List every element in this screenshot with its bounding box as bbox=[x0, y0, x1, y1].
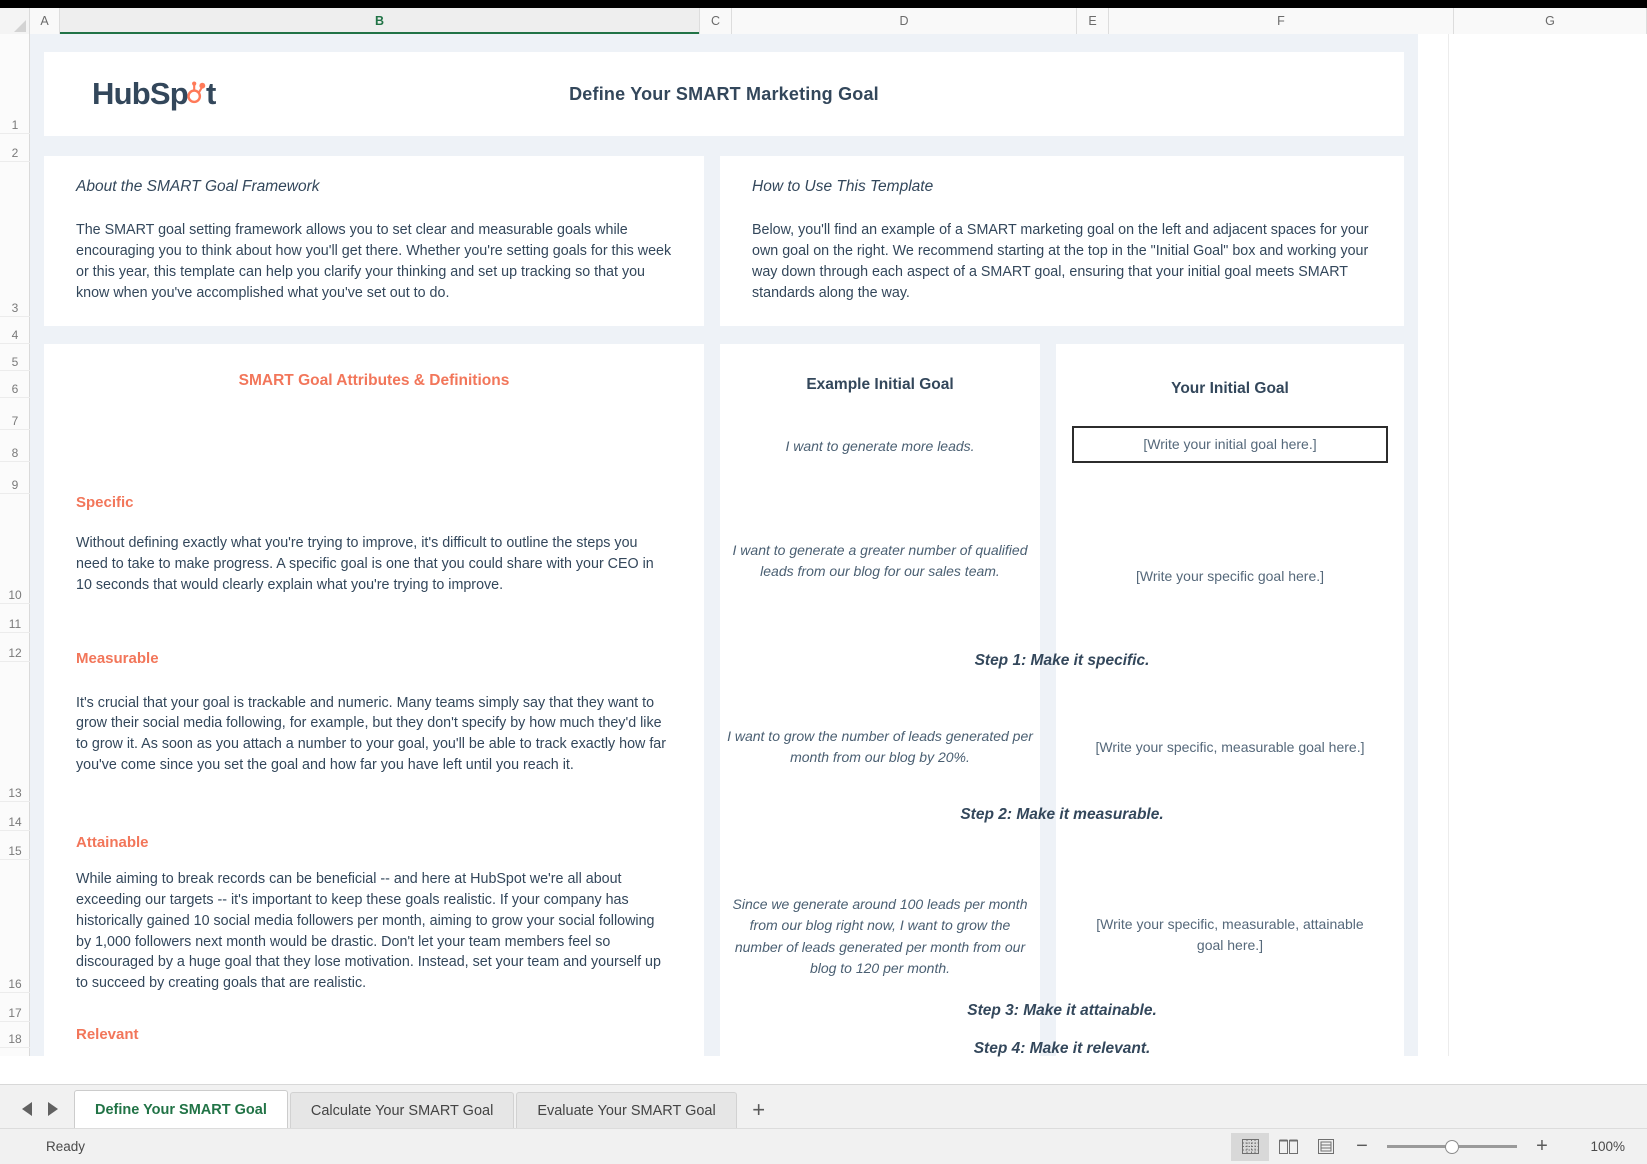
your-goal-step-1-input[interactable]: [Write your specific goal here.] bbox=[1072, 566, 1388, 587]
your-goal-column: Your Initial Goal [Write your initial go… bbox=[1056, 344, 1404, 1056]
sheet-tab-calculate[interactable]: Calculate Your SMART Goal bbox=[290, 1092, 514, 1128]
column-header-A[interactable]: A bbox=[30, 8, 60, 34]
row-header-16[interactable]: 16 bbox=[0, 860, 30, 993]
row-header-10[interactable]: 10 bbox=[0, 494, 30, 604]
hubspot-logo-text: HubSpot bbox=[92, 76, 216, 112]
howto-panel: How to Use This Template Below, you'll f… bbox=[720, 156, 1404, 326]
attribute-definition-attainable: While aiming to break records can be ben… bbox=[76, 869, 672, 994]
page-layout-view-icon[interactable] bbox=[1269, 1133, 1307, 1161]
step-label-2: Step 2: Make it measurable. bbox=[720, 806, 1404, 824]
row-header-11[interactable]: 11 bbox=[0, 604, 30, 633]
column-header-B[interactable]: B bbox=[60, 8, 700, 34]
attribute-name-attainable: Attainable bbox=[76, 834, 672, 851]
hubspot-logo: HubSpot bbox=[92, 76, 216, 112]
spreadsheet-grid: 1 2 3 4 5 6 7 8 9 10 11 12 13 14 15 16 1… bbox=[0, 34, 1647, 1056]
row-header-6[interactable]: 6 bbox=[0, 371, 30, 398]
row-header-18[interactable]: 18 bbox=[0, 1022, 30, 1048]
your-goal-step-2-input[interactable]: [Write your specific, measurable goal he… bbox=[1064, 737, 1396, 758]
status-bar: Ready bbox=[0, 1128, 1647, 1164]
zoom-in-button[interactable]: + bbox=[1525, 1133, 1559, 1161]
step-label-4-visible: Step 4: Make it relevant. bbox=[720, 1040, 1404, 1058]
example-goal-column: Example Initial Goal I want to generate … bbox=[720, 344, 1040, 1056]
step-label-3: Step 3: Make it attainable. bbox=[720, 1002, 1404, 1020]
row-header-13[interactable]: 13 bbox=[0, 662, 30, 802]
attributes-panel: SMART Goal Attributes & Definitions Spec… bbox=[44, 344, 704, 1056]
attributes-panel-header: SMART Goal Attributes & Definitions bbox=[76, 372, 672, 390]
row-header-column: 1 2 3 4 5 6 7 8 9 10 11 12 13 14 15 16 1… bbox=[0, 34, 30, 1056]
attribute-definition-measurable: It's crucial that your goal is trackable… bbox=[76, 693, 672, 776]
column-header-D[interactable]: D bbox=[732, 8, 1077, 34]
your-goal-step-3-input[interactable]: [Write your specific, measurable, attain… bbox=[1084, 914, 1376, 957]
example-initial-goal: I want to generate more leads. bbox=[736, 436, 1024, 457]
your-initial-goal-input[interactable]: [Write your initial goal here.] bbox=[1072, 426, 1388, 463]
hubspot-sprocket-icon bbox=[182, 80, 208, 106]
sheet-nav-arrows bbox=[0, 1102, 74, 1128]
zoom-slider-handle[interactable] bbox=[1445, 1140, 1459, 1154]
sheet-tab-evaluate[interactable]: Evaluate Your SMART Goal bbox=[516, 1092, 736, 1128]
attribute-name-measurable: Measurable bbox=[76, 650, 672, 667]
previous-sheet-arrow[interactable] bbox=[22, 1102, 32, 1116]
column-header-C[interactable]: C bbox=[700, 8, 732, 34]
column-header-G[interactable]: G bbox=[1454, 8, 1647, 34]
about-panel: About the SMART Goal Framework The SMART… bbox=[44, 156, 704, 326]
about-body: The SMART goal setting framework allows … bbox=[76, 220, 672, 303]
sheet-tab-define[interactable]: Define Your SMART Goal bbox=[74, 1090, 288, 1128]
step-label-1: Step 1: Make it specific. bbox=[720, 652, 1404, 670]
example-goal-step-1: I want to generate a greater number of q… bbox=[728, 540, 1032, 583]
row-header-3[interactable]: 3 bbox=[0, 162, 30, 317]
row-header-2[interactable]: 2 bbox=[0, 134, 30, 162]
column-header-F[interactable]: F bbox=[1109, 8, 1454, 34]
normal-view-icon[interactable] bbox=[1231, 1133, 1269, 1161]
title-banner: HubSpot Define Your SMART Marketing Goal bbox=[44, 52, 1404, 136]
zoom-out-button[interactable]: − bbox=[1345, 1133, 1379, 1161]
row-header-5[interactable]: 5 bbox=[0, 344, 30, 371]
zoom-slider[interactable] bbox=[1387, 1133, 1517, 1161]
select-all-corner[interactable] bbox=[0, 8, 30, 34]
view-and-zoom-controls: − + 100% bbox=[1231, 1133, 1625, 1161]
window-top-edge bbox=[0, 0, 1647, 8]
attribute-definition-specific: Without defining exactly what you're try… bbox=[76, 533, 672, 596]
row-header-14[interactable]: 14 bbox=[0, 802, 30, 831]
page-break-preview-icon[interactable] bbox=[1307, 1133, 1345, 1161]
row-header-8[interactable]: 8 bbox=[0, 430, 30, 462]
row-header-7[interactable]: 7 bbox=[0, 398, 30, 430]
your-initial-goal-placeholder: [Write your initial goal here.] bbox=[1143, 434, 1316, 455]
about-heading: About the SMART Goal Framework bbox=[76, 178, 672, 196]
zoom-level-label[interactable]: 100% bbox=[1571, 1139, 1625, 1154]
empty-cells-area bbox=[1418, 34, 1647, 1056]
grid-line-f bbox=[1448, 34, 1449, 1056]
row-header-4[interactable]: 4 bbox=[0, 317, 30, 344]
attribute-name-specific: Specific bbox=[76, 494, 672, 511]
column-header-E[interactable]: E bbox=[1077, 8, 1109, 34]
howto-body: Below, you'll find an example of a SMART… bbox=[752, 220, 1372, 303]
sheet-canvas: HubSpot Define Your SMART Marketing Goal… bbox=[30, 34, 1647, 1056]
attribute-name-relevant: Relevant bbox=[76, 1026, 672, 1043]
row-header-1[interactable]: 1 bbox=[0, 34, 30, 134]
row-header-15[interactable]: 15 bbox=[0, 831, 30, 860]
example-goal-step-3: Since we generate around 100 leads per m… bbox=[728, 894, 1032, 979]
next-sheet-arrow[interactable] bbox=[48, 1102, 58, 1116]
row-header-12[interactable]: 12 bbox=[0, 633, 30, 662]
example-goal-step-2: I want to grow the number of leads gener… bbox=[720, 726, 1040, 769]
column-header-bar: A B C D E F G bbox=[0, 8, 1647, 34]
status-ready-text: Ready bbox=[46, 1139, 85, 1154]
add-sheet-button[interactable]: + bbox=[739, 1092, 779, 1128]
page-title: Define Your SMART Marketing Goal bbox=[484, 84, 964, 105]
your-column-header: Your Initial Goal bbox=[1056, 380, 1404, 398]
howto-heading: How to Use This Template bbox=[752, 178, 1372, 196]
example-column-header: Example Initial Goal bbox=[720, 376, 1040, 394]
row-header-19[interactable]: 19 bbox=[0, 1048, 30, 1056]
row-header-17[interactable]: 17 bbox=[0, 993, 30, 1022]
sheet-tab-bar: Define Your SMART Goal Calculate Your SM… bbox=[0, 1084, 1647, 1128]
row-header-9[interactable]: 9 bbox=[0, 462, 30, 494]
